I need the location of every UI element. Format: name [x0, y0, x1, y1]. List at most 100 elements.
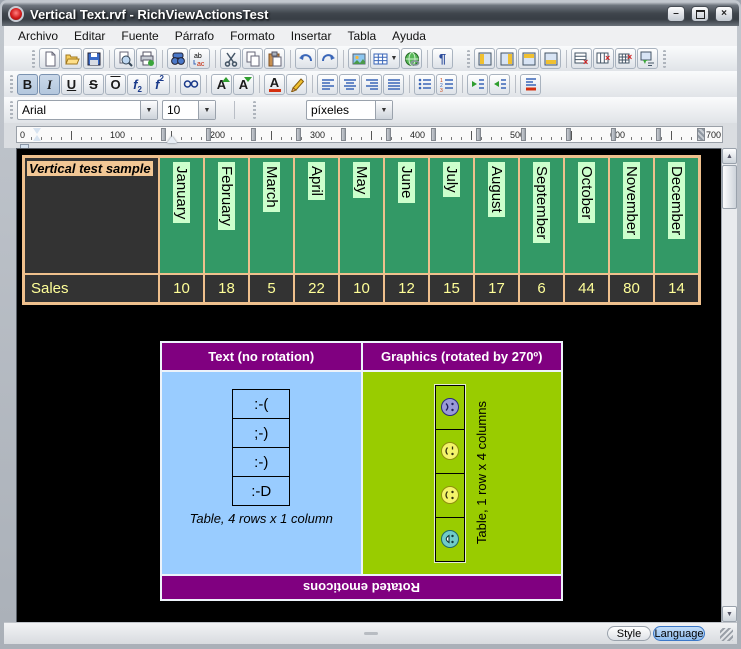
- table-cell-value[interactable]: 14: [655, 275, 698, 302]
- bullets-button[interactable]: [414, 74, 435, 95]
- column-marker[interactable]: [566, 128, 571, 141]
- align-right-button[interactable]: [361, 74, 382, 95]
- resize-grip[interactable]: [720, 628, 733, 641]
- first-line-indent-marker[interactable]: [167, 136, 177, 143]
- align-justify-button[interactable]: [383, 74, 404, 95]
- print-preview-button[interactable]: [114, 48, 135, 69]
- select-table-button[interactable]: [637, 48, 658, 69]
- column-marker[interactable]: [431, 128, 436, 141]
- grow-font-button[interactable]: A: [211, 74, 232, 95]
- graphics-emoticons-table[interactable]: [434, 384, 466, 563]
- table-cell-value[interactable]: 10: [340, 275, 383, 302]
- emoticon-text-cell[interactable]: :-D: [233, 476, 289, 505]
- insert-column-left-button[interactable]: [474, 48, 495, 69]
- menu-formato[interactable]: Formato: [222, 27, 283, 45]
- insert-table-button[interactable]: ▼: [370, 48, 400, 69]
- table-edge-marker[interactable]: [697, 128, 705, 141]
- column-marker[interactable]: [251, 128, 256, 141]
- text-emoticons-table[interactable]: :-( ;-) :-) :-D: [232, 389, 290, 506]
- decrease-indent-button[interactable]: [467, 74, 488, 95]
- table2-footer[interactable]: Rotated emoticons: [162, 576, 561, 599]
- align-center-button[interactable]: [339, 74, 360, 95]
- minimize-button[interactable]: –: [667, 6, 685, 22]
- emoticon-graphic-cell[interactable]: [435, 473, 465, 518]
- emoticon-text-cell[interactable]: :-): [233, 447, 289, 476]
- style-button[interactable]: Style: [607, 626, 651, 641]
- close-button[interactable]: ×: [715, 6, 733, 22]
- subscript-button[interactable]: f2: [127, 74, 148, 95]
- font-color-button[interactable]: A: [264, 74, 285, 95]
- undo-button[interactable]: [295, 48, 316, 69]
- table-cell-month[interactable]: June: [385, 158, 428, 273]
- superscript-button[interactable]: f2: [149, 74, 170, 95]
- scroll-up-button[interactable]: ▲: [722, 148, 737, 164]
- cut-button[interactable]: [220, 48, 241, 69]
- app-icon[interactable]: [8, 6, 24, 22]
- table2-cell-text[interactable]: :-( ;-) :-) :-D Table, 4 rows x 1 column: [162, 372, 361, 574]
- shrink-font-button[interactable]: A: [233, 74, 254, 95]
- table-cell-month[interactable]: January: [160, 158, 203, 273]
- open-button[interactable]: [61, 48, 82, 69]
- column-marker[interactable]: [476, 128, 481, 141]
- emoticon-text-cell[interactable]: ;-): [233, 418, 289, 447]
- toolbar-grip[interactable]: [663, 50, 666, 68]
- chevron-down-icon[interactable]: ▼: [375, 101, 392, 119]
- new-document-button[interactable]: [39, 48, 60, 69]
- menu-insertar[interactable]: Insertar: [283, 27, 340, 45]
- overline-button[interactable]: O: [105, 74, 126, 95]
- column-marker[interactable]: [386, 128, 391, 141]
- column-marker[interactable]: [161, 128, 166, 141]
- scroll-down-button[interactable]: ▼: [722, 606, 737, 622]
- print-button[interactable]: [136, 48, 157, 69]
- column-marker[interactable]: [296, 128, 301, 141]
- table-cell-value[interactable]: 80: [610, 275, 653, 302]
- insert-row-above-button[interactable]: [518, 48, 539, 69]
- scrollbar-thumb[interactable]: [722, 165, 737, 209]
- toolbar-grip[interactable]: [32, 50, 35, 68]
- units-combo[interactable]: píxeles ▼: [306, 100, 393, 120]
- toolbar-grip[interactable]: [467, 50, 470, 68]
- table-cell-value[interactable]: 44: [565, 275, 608, 302]
- table-cell-month[interactable]: April: [295, 158, 338, 273]
- chevron-down-icon[interactable]: ▼: [140, 101, 157, 119]
- title-bar[interactable]: Vertical Text.rvf - RichViewActionsTest …: [2, 2, 739, 26]
- menu-ayuda[interactable]: Ayuda: [384, 27, 434, 45]
- column-marker[interactable]: [656, 128, 661, 141]
- align-left-button[interactable]: [317, 74, 338, 95]
- save-button[interactable]: [83, 48, 104, 69]
- replace-button[interactable]: abac: [189, 48, 210, 69]
- months-table[interactable]: Vertical test sample January February Ma…: [22, 155, 701, 305]
- italic-button[interactable]: I: [39, 74, 60, 95]
- maximize-button[interactable]: [691, 6, 709, 22]
- table-cell-value[interactable]: 10: [160, 275, 203, 302]
- table-cell-month[interactable]: October: [565, 158, 608, 273]
- emoticon-graphic-cell[interactable]: [435, 429, 465, 474]
- indent-marker[interactable]: [33, 128, 42, 141]
- insert-row-below-button[interactable]: [540, 48, 561, 69]
- vertical-scrollbar[interactable]: ▲ ▼: [721, 148, 737, 622]
- toolbar-grip[interactable]: [253, 101, 256, 119]
- font-size-combo[interactable]: 10 ▼: [162, 100, 216, 120]
- document-canvas[interactable]: Vertical test sample January February Ma…: [16, 148, 721, 622]
- strikethrough-button[interactable]: S: [83, 74, 104, 95]
- table-cell-header[interactable]: Vertical test sample: [25, 158, 158, 273]
- delete-rows-button[interactable]: ×: [571, 48, 592, 69]
- increase-indent-button[interactable]: [489, 74, 510, 95]
- toolbar-grip[interactable]: [10, 75, 13, 93]
- copy-button[interactable]: [242, 48, 263, 69]
- column-marker[interactable]: [341, 128, 346, 141]
- table-cell-month[interactable]: August: [475, 158, 518, 273]
- splitter-handle[interactable]: [364, 632, 378, 635]
- table2-header-left[interactable]: Text (no rotation): [162, 343, 361, 370]
- emoticon-text-cell[interactable]: :-(: [233, 390, 289, 418]
- column-marker[interactable]: [611, 128, 616, 141]
- table-cell-value[interactable]: 18: [205, 275, 248, 302]
- emoticon-graphic-cell[interactable]: [435, 385, 465, 430]
- table-cell-value[interactable]: 6: [520, 275, 563, 302]
- find-button[interactable]: [167, 48, 188, 69]
- language-button[interactable]: Language: [653, 626, 705, 641]
- menu-archivo[interactable]: Archivo: [10, 27, 66, 45]
- table-cell-value[interactable]: 22: [295, 275, 338, 302]
- menu-fuente[interactable]: Fuente: [113, 27, 166, 45]
- font-name-combo[interactable]: Arial ▼: [17, 100, 158, 120]
